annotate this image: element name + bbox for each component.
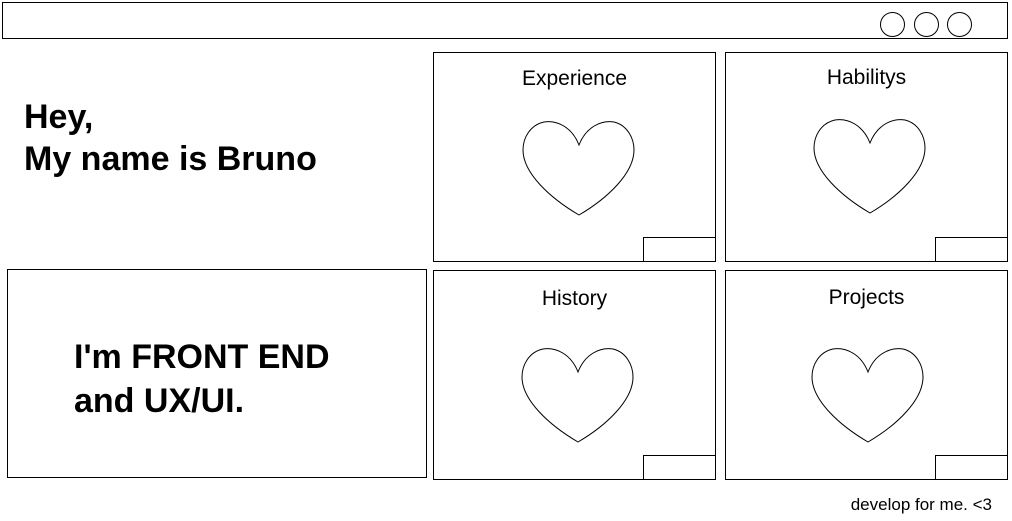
card-corner-button-history[interactable] [643,455,716,480]
card-experience[interactable]: Experience [433,52,716,262]
role-statement: I'm FRONT END and UX/UI. [74,335,330,423]
card-title-history: History [541,287,608,310]
role-line-2: and UX/UI. [74,382,245,420]
heart-icon [811,348,924,443]
footer-credit: develop for me. <3 [850,495,992,514]
heart-icon [521,348,634,443]
card-corner-button-projects[interactable] [935,455,1008,480]
role-panel: I'm FRONT END and UX/UI. [7,269,427,478]
heart-icon [813,119,926,214]
role-line-1: I'm FRONT END [74,338,330,376]
heart-icon [522,121,635,216]
window-control-button-2[interactable] [914,12,939,37]
card-corner-button-habilitys[interactable] [935,237,1008,262]
card-history[interactable]: History [433,270,716,480]
hero-line-1: Hey, [24,98,94,136]
card-corner-button-experience[interactable] [643,237,716,262]
card-title-projects: Projects [828,286,905,309]
hero-line-2: My name is Bruno [24,140,317,178]
card-habilitys[interactable]: Habilitys [725,52,1008,262]
hero-greeting: Hey, My name is Bruno [24,96,317,180]
window-control-button-1[interactable] [880,12,905,37]
top-bar [2,2,1008,39]
window-control-button-3[interactable] [947,12,972,37]
card-title-experience: Experience [521,67,628,90]
card-title-habilitys: Habilitys [826,66,907,89]
card-projects[interactable]: Projects [725,270,1008,480]
